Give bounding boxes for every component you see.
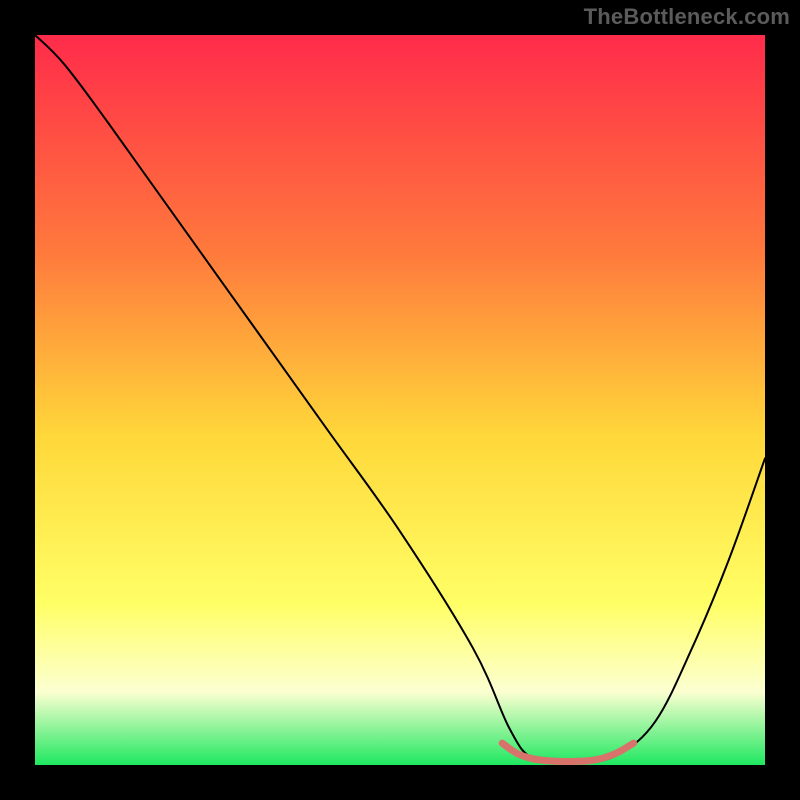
gradient-background	[35, 35, 765, 765]
bottleneck-chart-svg	[35, 35, 765, 765]
plot-area	[35, 35, 765, 765]
watermark-text: TheBottleneck.com	[584, 4, 790, 30]
chart-frame: TheBottleneck.com	[0, 0, 800, 800]
